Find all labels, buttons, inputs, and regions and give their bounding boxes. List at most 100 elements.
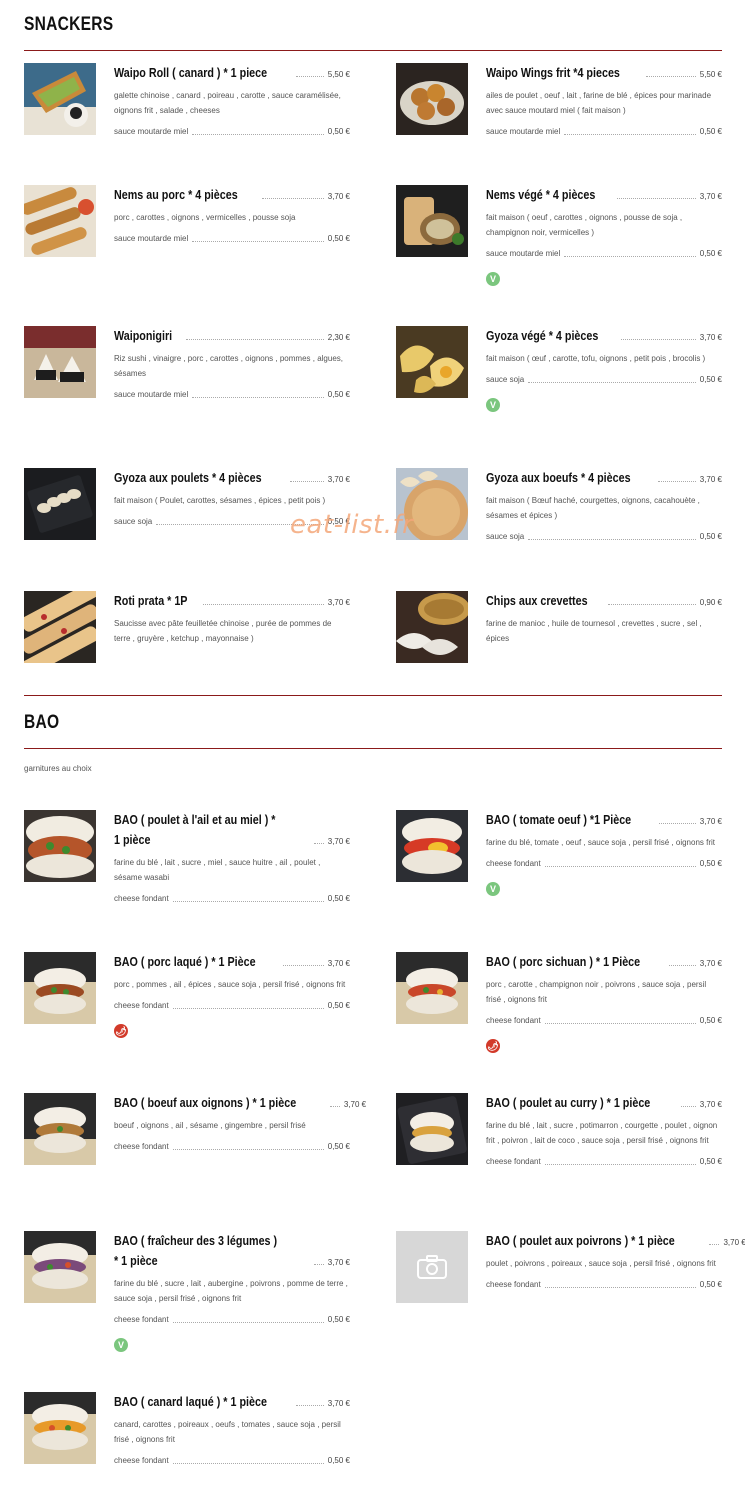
- item-option[interactable]: cheese fondant 0,50 €: [486, 1156, 722, 1168]
- dot-leader: [295, 1405, 324, 1406]
- dot-leader: [658, 823, 696, 824]
- item-option[interactable]: cheese fondant 0,50 €: [486, 1279, 722, 1291]
- watermark: eat-list.fr: [290, 510, 414, 540]
- item-name: Waiponigiri: [114, 329, 173, 343]
- item-option[interactable]: cheese fondant 0,50 €: [114, 1455, 350, 1467]
- item-option[interactable]: cheese fondant 0,50 €: [114, 893, 350, 905]
- option-label: sauce soja: [486, 532, 525, 541]
- item-name: BAO ( fraîcheur des 3 légumes ) * 1 pièc…: [114, 1234, 278, 1268]
- item-price: 5,50 €: [699, 70, 722, 79]
- item-price: 3,70 €: [699, 1100, 722, 1109]
- item-price: 3,70 €: [723, 1238, 745, 1247]
- item-photo: [24, 952, 96, 1024]
- option-label: sauce soja: [114, 517, 153, 526]
- item-price: 3,70 €: [327, 837, 350, 846]
- item-price: 3,70 €: [699, 333, 722, 342]
- option-price: 0,50 €: [327, 1315, 350, 1324]
- item-photo: [396, 326, 468, 398]
- item-option[interactable]: cheese fondant 0,50 €: [486, 858, 722, 870]
- item-description: farine du blé , lait , sucre , potimarro…: [486, 1121, 718, 1145]
- dot-leader: [544, 1023, 696, 1024]
- item-price: 3,70 €: [699, 959, 722, 968]
- item-description: poulet , poivrons , poireaux , sauce soj…: [486, 1259, 716, 1268]
- dot-leader: [528, 382, 696, 383]
- section-divider: [24, 695, 722, 696]
- dot-leader: [658, 481, 696, 482]
- item-name: BAO ( poulet aux poivrons ) * 1 pièce: [486, 1234, 675, 1248]
- vegetarian-icon: V: [486, 882, 500, 896]
- item-option[interactable]: cheese fondant 0,50 €: [486, 1015, 722, 1027]
- dot-leader: [192, 134, 324, 135]
- item-name: BAO ( boeuf aux oignons ) * 1 pièce: [114, 1096, 297, 1110]
- item-description: Saucisse avec pâte feuilletée chinoise ,…: [114, 619, 332, 643]
- option-price: 0,50 €: [327, 1456, 350, 1465]
- dot-leader: [645, 76, 696, 77]
- item-description: porc , carottes , oignons , vermicelles …: [114, 213, 296, 222]
- section-title-snackers: SNACKERS: [24, 14, 114, 35]
- option-price: 0,50 €: [699, 249, 722, 258]
- item-option[interactable]: sauce moutarde miel 0,50 €: [486, 126, 722, 138]
- item-description: fait maison ( oeuf , carottes , oignons …: [486, 213, 683, 237]
- option-label: cheese fondant: [114, 1456, 169, 1465]
- dot-leader: [289, 481, 324, 482]
- dot-leader: [172, 1322, 324, 1323]
- vegetarian-icon: V: [486, 398, 500, 412]
- item-description: farine du blé, tomate , oeuf , sauce soj…: [486, 838, 716, 847]
- item-description: canard, carottes , poireaux , oeufs , to…: [114, 1420, 341, 1444]
- dot-leader: [282, 965, 324, 966]
- item-price: 3,70 €: [699, 192, 722, 201]
- option-label: sauce soja: [486, 375, 525, 384]
- item-price: 3,70 €: [327, 959, 350, 968]
- item-photo: [396, 810, 468, 882]
- dot-leader: [564, 256, 696, 257]
- vegetarian-icon: V: [114, 1338, 128, 1352]
- item-option[interactable]: cheese fondant 0,50 €: [114, 1141, 350, 1153]
- option-price: 0,50 €: [327, 1142, 350, 1151]
- item-option[interactable]: cheese fondant 0,50 €: [114, 1000, 350, 1012]
- dot-leader: [544, 866, 696, 867]
- item-option[interactable]: sauce moutarde miel 0,50 €: [114, 126, 350, 138]
- item-name: Gyoza aux poulets * 4 pièces: [114, 471, 262, 485]
- item-photo: [396, 952, 468, 1024]
- item-option[interactable]: sauce moutarde miel 0,50 €: [114, 233, 350, 245]
- item-name: Gyoza végé * 4 pièces: [486, 329, 599, 343]
- item-photo: [24, 1093, 96, 1165]
- dot-leader: [172, 1008, 324, 1009]
- item-description: farine du blé , sucre , lait , aubergine…: [114, 1279, 348, 1303]
- option-price: 0,50 €: [699, 532, 722, 541]
- item-option[interactable]: sauce soja 0,50 €: [486, 374, 722, 386]
- section-divider: [24, 50, 722, 51]
- item-name: BAO ( tomate oeuf ) *1 Pièce: [486, 813, 632, 827]
- option-price: 0,50 €: [699, 375, 722, 384]
- option-label: cheese fondant: [114, 1315, 169, 1324]
- item-description: porc , pommes , ail , épices , sauce soj…: [114, 980, 346, 989]
- dot-leader: [192, 241, 324, 242]
- item-name: BAO ( porc sichuan ) * 1 Pièce: [486, 955, 641, 969]
- option-price: 0,50 €: [699, 1016, 722, 1025]
- item-photo: [396, 591, 468, 663]
- item-option[interactable]: sauce soja 0,50 €: [486, 531, 722, 543]
- item-option[interactable]: cheese fondant 0,50 €: [114, 1314, 350, 1326]
- dot-leader: [172, 1149, 324, 1150]
- dot-leader: [185, 339, 324, 340]
- item-price: 3,70 €: [327, 192, 350, 201]
- item-photo: [24, 591, 96, 663]
- option-label: cheese fondant: [486, 1280, 541, 1289]
- item-description: ailes de poulet , oeuf , lait , farine d…: [486, 91, 712, 115]
- item-option[interactable]: sauce moutarde miel 0,50 €: [486, 248, 722, 260]
- item-description: fait maison ( Poulet, carottes, sésames …: [114, 496, 326, 505]
- dot-leader: [608, 604, 696, 605]
- item-name: BAO ( canard laqué ) * 1 pièce: [114, 1395, 267, 1409]
- item-photo: [24, 63, 96, 135]
- option-label: sauce moutarde miel: [114, 234, 189, 243]
- option-price: 0,50 €: [699, 1280, 722, 1289]
- item-description: farine du blé , lait , sucre , miel , sa…: [114, 858, 321, 882]
- item-name: Chips aux crevettes: [486, 594, 588, 608]
- dot-leader: [681, 1106, 696, 1107]
- dot-leader: [172, 901, 324, 902]
- dot-leader: [544, 1287, 696, 1288]
- item-option[interactable]: sauce moutarde miel 0,50 €: [114, 389, 350, 401]
- dot-leader: [329, 1106, 340, 1107]
- option-label: cheese fondant: [486, 859, 541, 868]
- item-price: 3,70 €: [327, 475, 350, 484]
